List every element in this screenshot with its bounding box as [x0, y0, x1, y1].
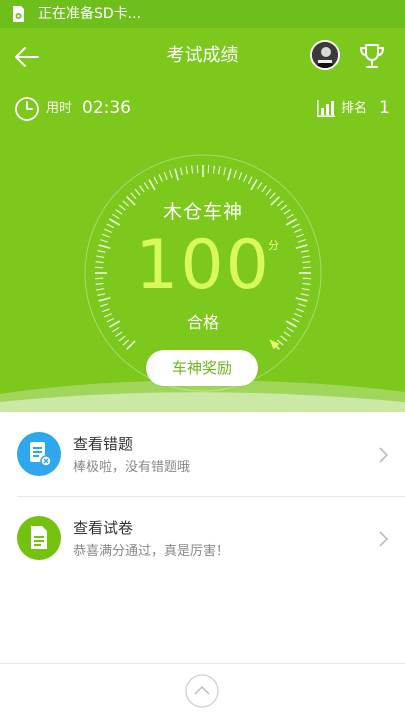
gauge-tick	[122, 339, 130, 346]
item-description: 恭喜满分通过，真是厉害！	[73, 544, 230, 559]
gauge-tick	[269, 192, 276, 200]
result-hero: 考试成绩 用时 02:36 排名 1 木仓车神 100 分 合格 车神奖励	[0, 28, 405, 412]
wrong-questions-icon	[17, 432, 61, 476]
gauge-tick	[148, 179, 156, 191]
gauge-tick	[158, 174, 163, 182]
gauge-tick	[153, 176, 159, 185]
gauge-tick	[227, 168, 232, 181]
gauge-tick	[134, 188, 141, 196]
trophy-icon[interactable]	[356, 40, 388, 72]
gauge-tick	[280, 335, 288, 342]
item-title: 查看试卷	[73, 519, 134, 537]
wrong-questions-item[interactable]: 查看错题 棒极啦，没有错题哦	[0, 412, 405, 496]
gauge-tick	[169, 170, 173, 179]
time-value: 02:36	[82, 98, 131, 118]
gauge-tick	[243, 174, 248, 182]
gauge-tick	[223, 167, 226, 176]
pass-status: 合格	[186, 313, 219, 332]
gauge-tick	[163, 171, 168, 180]
wave-decoration	[0, 380, 405, 412]
chevron-right-icon	[379, 447, 389, 463]
gauge-tick	[265, 188, 272, 196]
bar-chart-icon	[317, 100, 335, 117]
score-value: 100	[135, 226, 271, 305]
avatar-image	[312, 42, 338, 68]
gauge-tick	[250, 179, 258, 191]
gauge-tick	[247, 176, 253, 185]
clock-icon	[15, 97, 39, 121]
status-text: 正在准备SD卡...	[38, 6, 142, 22]
gauge-tick	[257, 182, 263, 190]
gauge-tick	[101, 308, 110, 313]
gauge-tick	[261, 185, 267, 193]
chevron-up-icon[interactable]	[185, 674, 219, 708]
score-unit: 分	[268, 239, 279, 252]
gauge-tick	[218, 166, 221, 175]
gauge-tick	[143, 182, 149, 190]
gauge-tick	[139, 185, 145, 193]
page-title: 考试成绩	[166, 45, 239, 66]
time-label: 用时	[46, 101, 73, 116]
gauge-tick	[212, 165, 215, 174]
gauge-tick	[126, 340, 136, 350]
gauge-tick	[238, 171, 243, 180]
avatar[interactable]	[310, 40, 340, 70]
gauge-tick	[185, 166, 188, 175]
status-bar: 正在准备SD卡...	[0, 0, 405, 28]
item-description: 棒极啦，没有错题哦	[73, 460, 191, 475]
chevron-right-icon	[379, 531, 389, 547]
document-icon	[17, 516, 61, 560]
gauge-tick	[180, 167, 183, 176]
gauge-tick	[118, 335, 126, 342]
gauge-tick	[130, 192, 137, 200]
rank-value: 1	[379, 98, 390, 118]
gauge-tick	[174, 168, 179, 181]
bottom-bar	[0, 663, 405, 720]
rank-label: 排名	[341, 101, 368, 116]
user-title: 木仓车神	[162, 201, 243, 223]
rank: 排名 1	[316, 96, 396, 124]
sd-card-icon	[13, 6, 24, 22]
item-title: 查看错题	[73, 435, 134, 453]
gauge-tick	[233, 170, 237, 179]
view-paper-item[interactable]: 查看试卷 恭喜满分通过，真是厉害！	[0, 497, 405, 581]
gauge-tick	[296, 308, 305, 313]
gauge-tick	[191, 165, 194, 174]
top-bar: 考试成绩	[0, 28, 405, 84]
